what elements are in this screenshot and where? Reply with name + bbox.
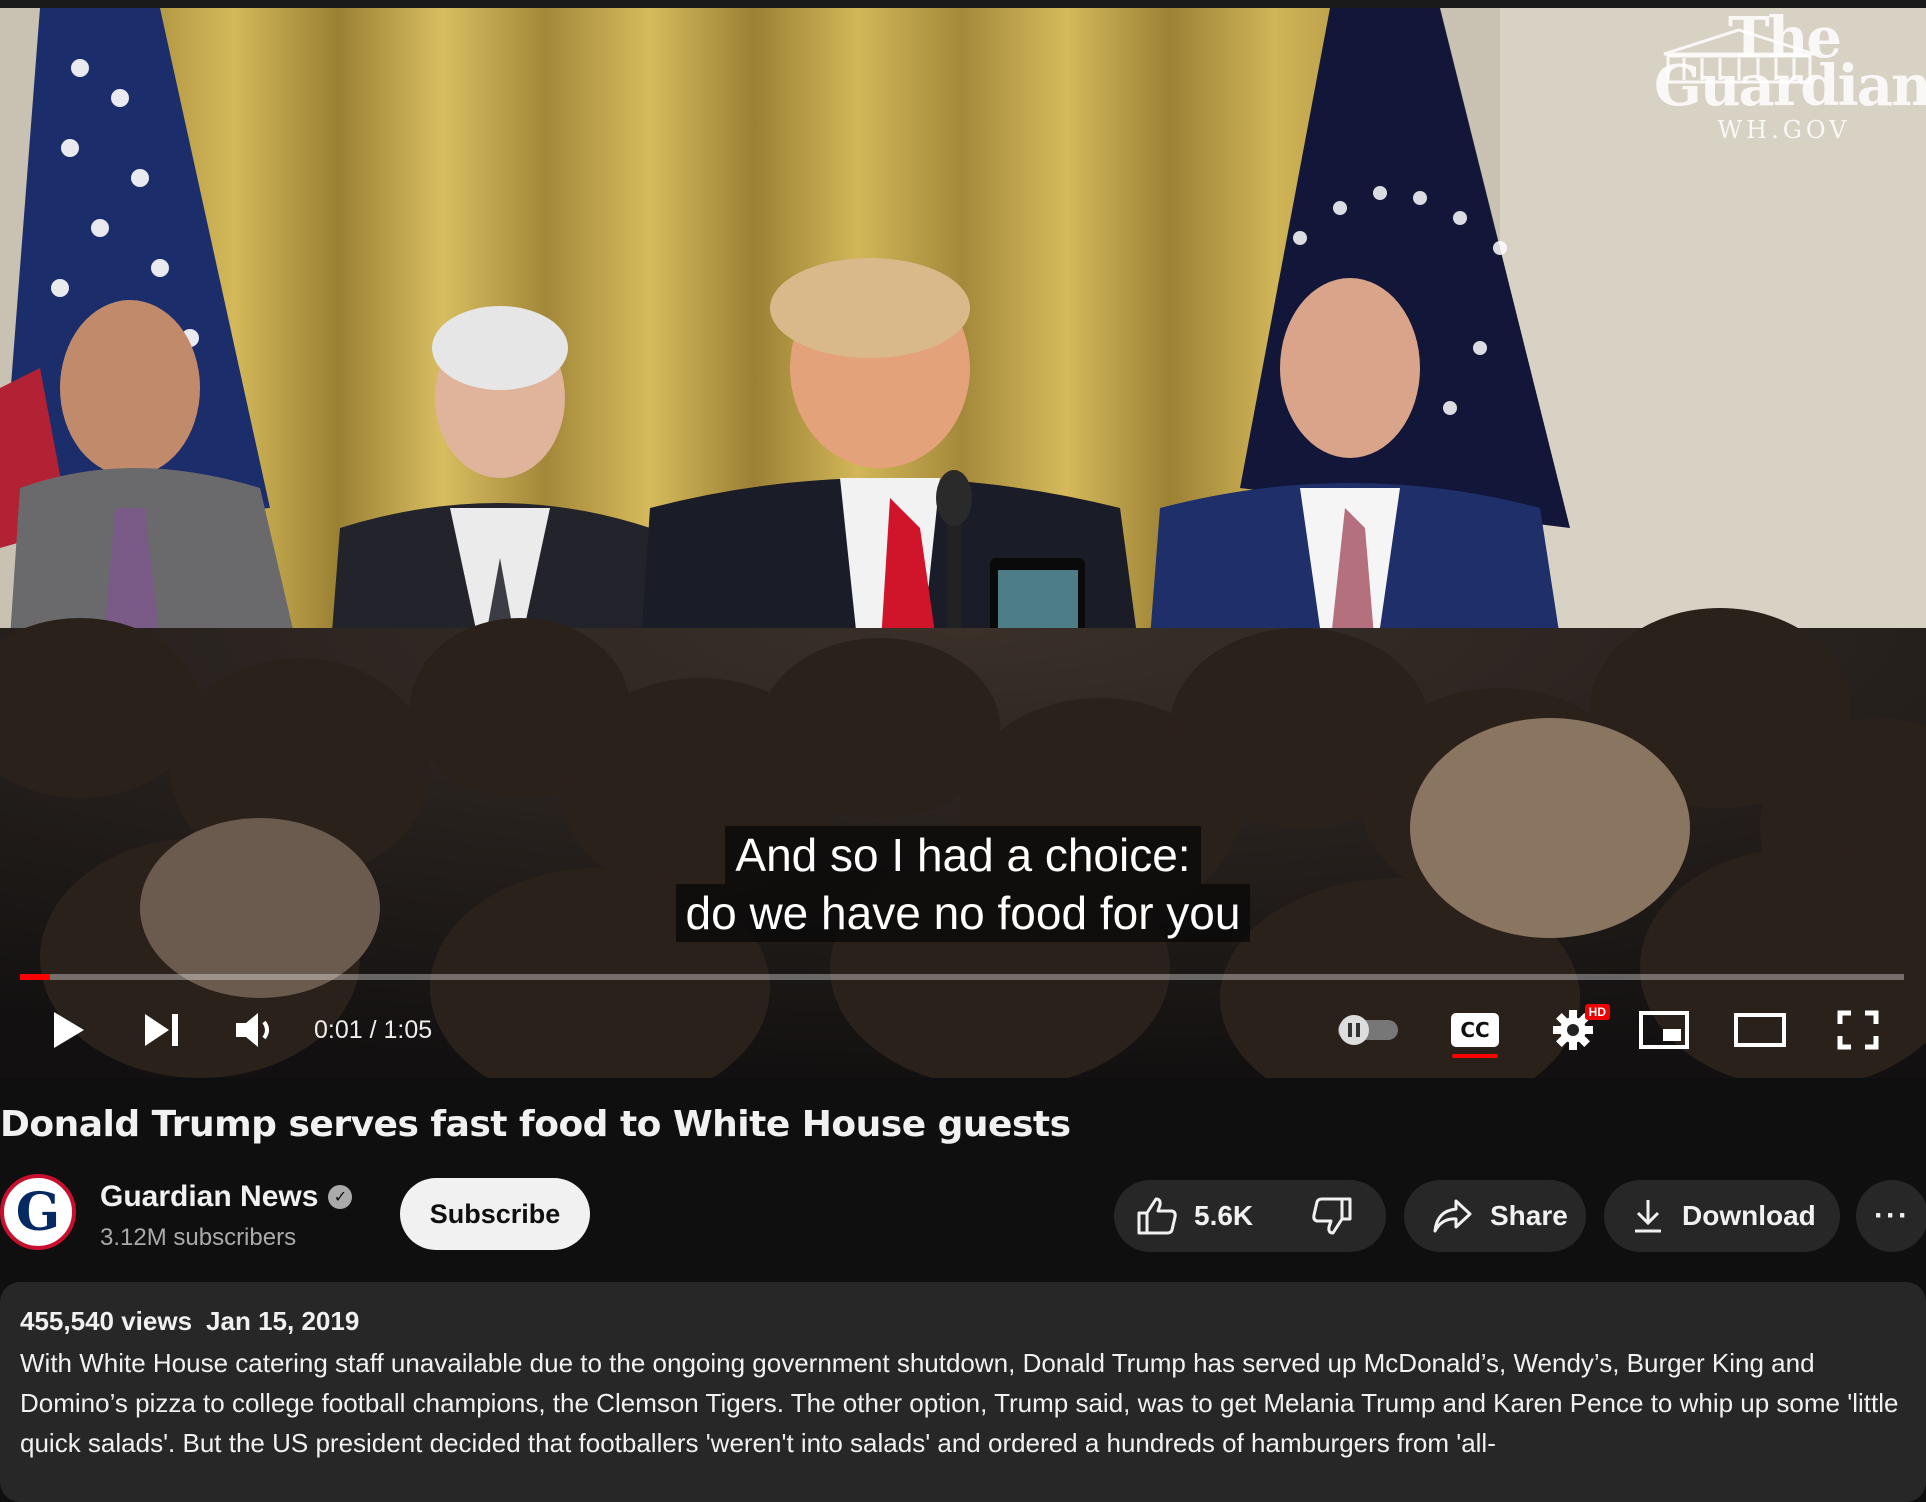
share-button[interactable]: Share	[1404, 1180, 1586, 1252]
channel-name-text[interactable]: Guardian News	[100, 1180, 318, 1214]
captions-button[interactable]: CC	[1444, 990, 1506, 1070]
play-icon	[54, 1012, 84, 1048]
volume-icon	[236, 1013, 269, 1047]
like-button[interactable]: 5.6K	[1114, 1180, 1283, 1252]
watermark-wh-gov: WH.GOV	[1717, 116, 1851, 144]
autoplay-toggle[interactable]	[1330, 990, 1404, 1070]
progress-bar-played	[20, 974, 51, 980]
upload-date: Jan 15, 2019	[206, 1306, 360, 1336]
channel-name[interactable]: Guardian News ✓	[100, 1180, 353, 1214]
share-label: Share	[1490, 1200, 1568, 1231]
white-house-icon	[1663, 28, 1815, 84]
share-icon	[1433, 1199, 1472, 1233]
settings-button[interactable]: HD	[1540, 990, 1610, 1070]
caption-line-1: And so I had a choice:	[725, 826, 1201, 884]
time-display: 0:01 / 1:05	[314, 1015, 433, 1044]
volume-button[interactable]	[226, 990, 286, 1070]
channel-avatar[interactable]: G	[0, 1174, 76, 1250]
thumbs-down-icon	[1312, 1197, 1352, 1235]
next-button[interactable]	[134, 990, 190, 1070]
caption-overlay: And so I had a choice: do we have no foo…	[0, 826, 1926, 942]
video-frame[interactable]: The Guardian WH.GOV And so I had a choic…	[0, 8, 1926, 1078]
miniplayer-icon	[1639, 1011, 1689, 1049]
caption-line-2: do we have no food for you	[675, 884, 1251, 942]
like-dislike-group: 5.6K	[1114, 1180, 1386, 1252]
download-label: Download	[1682, 1200, 1816, 1231]
player-top-strip	[0, 0, 1926, 8]
theater-icon	[1734, 1013, 1786, 1047]
download-button[interactable]: Download	[1604, 1180, 1840, 1252]
captions-icon: CC	[1451, 1013, 1499, 1047]
video-player[interactable]: The Guardian WH.GOV And so I had a choic…	[0, 0, 1926, 1078]
video-title: Donald Trump serves fast food to White H…	[0, 1104, 1071, 1145]
dislike-button[interactable]	[1283, 1180, 1387, 1252]
download-button-content: Download	[1604, 1180, 1844, 1252]
description-box[interactable]: 455,540 views Jan 15, 2019 With White Ho…	[0, 1282, 1926, 1502]
description-meta: 455,540 views Jan 15, 2019	[20, 1306, 1906, 1337]
like-count: 5.6K	[1194, 1200, 1254, 1231]
guardian-watermark: The Guardian WH.GOV	[1654, 10, 1926, 144]
miniplayer-button[interactable]	[1636, 990, 1692, 1070]
fullscreen-button[interactable]	[1830, 990, 1886, 1070]
hd-badge: HD	[1584, 1004, 1610, 1020]
subscribe-button[interactable]: Subscribe	[400, 1178, 590, 1250]
verified-icon: ✓	[328, 1185, 353, 1209]
autoplay-toggle-icon	[1338, 1015, 1398, 1045]
thumbs-up-icon	[1137, 1197, 1177, 1235]
next-icon	[145, 1014, 178, 1046]
theater-mode-button[interactable]	[1730, 990, 1790, 1070]
description-text: With White House catering staff unavaila…	[20, 1348, 1899, 1458]
more-actions-button[interactable]: ···	[1856, 1180, 1926, 1252]
play-button[interactable]	[40, 990, 96, 1070]
player-controls: 0:01 / 1:05 CC HD	[0, 990, 1926, 1070]
channel-row: G Guardian News ✓ 3.12M subscribers Subs…	[0, 1172, 1926, 1262]
fullscreen-icon	[1837, 1010, 1879, 1050]
progress-bar[interactable]	[20, 974, 1904, 980]
download-icon	[1635, 1200, 1661, 1233]
subscriber-count: 3.12M subscribers	[100, 1224, 297, 1251]
captions-active-indicator	[1452, 1054, 1498, 1058]
share-button-content: Share	[1404, 1180, 1596, 1252]
view-count: 455,540 views	[20, 1306, 193, 1336]
